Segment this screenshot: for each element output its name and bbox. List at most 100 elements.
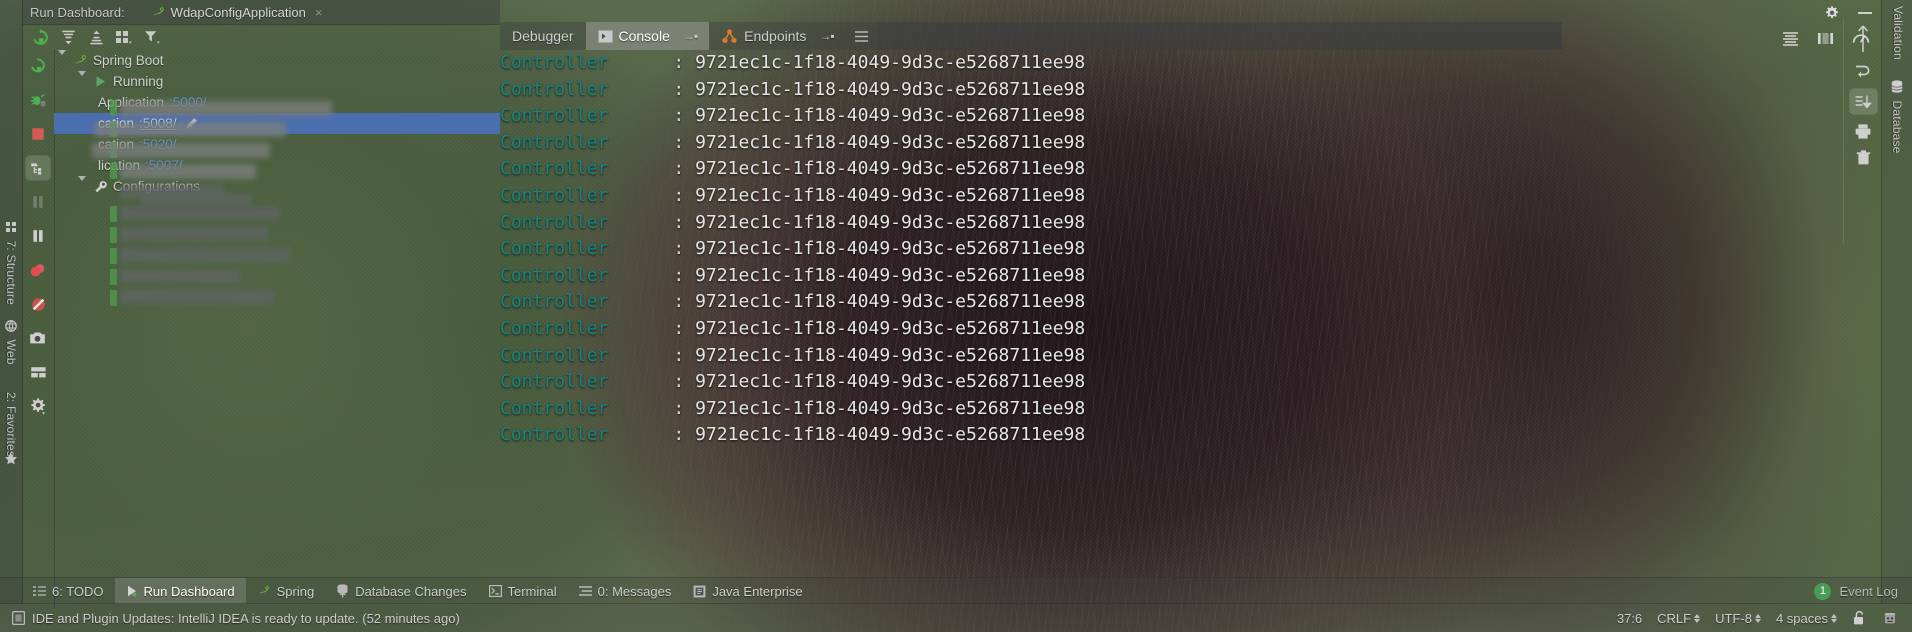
rollback-icon[interactable]	[1854, 63, 1872, 80]
caret-position[interactable]: 37:6	[1617, 611, 1642, 626]
print-icon[interactable]	[1854, 123, 1872, 140]
sidebar-item-web[interactable]: Web	[4, 320, 18, 365]
status-message-area[interactable]: IDE and Plugin Updates: IntelliJ IDEA is…	[0, 611, 460, 626]
soft-wrap-icon[interactable]	[1782, 31, 1799, 46]
collapse-all-icon[interactable]	[84, 26, 108, 48]
encoding-selector[interactable]: UTF-8	[1715, 611, 1761, 626]
log-line: Controller : 9721ec1c-1f18-4049-9d3c-e52…	[500, 210, 1912, 237]
unlock-icon[interactable]	[1852, 610, 1867, 626]
redacted-app-name	[120, 101, 332, 116]
run-dashboard-title-bar: Run Dashboard: WdapConfigApplication ×	[22, 0, 500, 25]
minimize-icon[interactable]	[1856, 5, 1874, 21]
pin-tab-icon[interactable]: →▪	[819, 29, 834, 43]
expand-all-icon[interactable]	[56, 26, 80, 48]
gauge-icon[interactable]	[1852, 30, 1870, 46]
bottom-tab-java-enterprise[interactable]: Java Enterprise	[682, 578, 813, 604]
sidebar-item-favorites[interactable]: 2: Favorites	[4, 392, 18, 457]
log-class: Controller	[500, 264, 609, 286]
bottom-tab-spring[interactable]: Spring	[246, 578, 326, 604]
log-space	[684, 238, 695, 259]
breakpoints-icon[interactable]	[26, 258, 50, 282]
print-preview-icon[interactable]	[1817, 31, 1834, 46]
delete-icon[interactable]	[1855, 149, 1872, 166]
log-space	[684, 105, 695, 126]
log-uuid: 9721ec1c-1f18-4049-9d3c-e5268711ee98	[695, 158, 1086, 180]
camera-icon[interactable]	[26, 326, 50, 350]
log-gap	[608, 424, 673, 445]
console-output[interactable]: Controller : 9721ec1c-1f18-4049-9d3c-e52…	[500, 50, 1912, 578]
log-separator: :	[673, 158, 685, 180]
log-line: Controller : 9721ec1c-1f18-4049-9d3c-e52…	[500, 369, 1912, 396]
status-bar-right: 37:6 CRLF UTF-8 4 spaces	[1617, 610, 1912, 626]
show-tree-icon[interactable]	[25, 155, 51, 181]
log-class: Controller	[500, 291, 609, 313]
tab-console[interactable]: Console →▪	[585, 22, 710, 50]
rerun-icon[interactable]	[26, 54, 50, 78]
sidebar-item-validation[interactable]: Validation	[1891, 6, 1905, 60]
log-line: Controller : 9721ec1c-1f18-4049-9d3c-e52…	[500, 343, 1912, 370]
sidebar-item-database[interactable]: Database	[1890, 80, 1904, 154]
sidebar-item-structure[interactable]: 7: Structure	[4, 222, 18, 305]
event-log-badge: 1	[1814, 582, 1832, 600]
chevron-updown-icon	[1754, 613, 1761, 623]
line-separator-selector[interactable]: CRLF	[1657, 611, 1701, 626]
hector-icon[interactable]	[1882, 610, 1898, 626]
chevron-down-icon[interactable]	[58, 50, 69, 70]
console-menu-icon[interactable]	[846, 22, 877, 50]
filter-icon[interactable]	[140, 26, 164, 48]
log-class: Controller	[500, 158, 609, 180]
log-separator: :	[673, 371, 685, 393]
log-space	[684, 398, 695, 419]
close-icon[interactable]: ×	[315, 5, 323, 20]
layout-icon[interactable]	[26, 360, 50, 384]
tab-debugger[interactable]: Debugger	[500, 22, 586, 50]
bottom-tab-label: Java Enterprise	[712, 583, 803, 599]
stop-icon[interactable]	[26, 122, 50, 146]
chevron-down-icon[interactable]	[78, 176, 89, 196]
bottom-tab-label: Terminal	[507, 583, 557, 599]
redacted-app-name	[120, 248, 290, 262]
log-class: Controller	[500, 397, 609, 419]
log-space	[684, 424, 695, 445]
tree-node-spring-boot[interactable]: Spring Boot	[54, 50, 500, 71]
bottom-tab-messages[interactable]: 0: Messages	[568, 578, 683, 604]
group-by-icon[interactable]	[112, 26, 136, 48]
commit-icon[interactable]	[1848, 88, 1878, 115]
log-gap	[608, 185, 673, 206]
bottom-tab-database-changes[interactable]: Database Changes	[325, 578, 477, 604]
pause-icon[interactable]	[26, 224, 50, 248]
log-space	[684, 158, 695, 179]
log-class: Controller	[500, 371, 609, 393]
tab-endpoints[interactable]: Endpoints →▪	[709, 22, 846, 50]
spring-icon	[257, 584, 271, 598]
chevron-down-icon[interactable]	[78, 71, 89, 91]
rerun-icon[interactable]	[28, 26, 52, 48]
mute-breakpoints-icon[interactable]	[26, 292, 50, 316]
log-lines-container: Controller : 9721ec1c-1f18-4049-9d3c-e52…	[500, 50, 1912, 449]
event-log-label[interactable]: Event Log	[1839, 584, 1898, 599]
log-uuid: 9721ec1c-1f18-4049-9d3c-e5268711ee98	[695, 371, 1086, 393]
notification-icon	[12, 611, 25, 625]
bottom-tab-todo[interactable]: 6: TODO	[22, 578, 115, 604]
settings-icon[interactable]	[26, 394, 50, 418]
bottom-tab-run-dashboard[interactable]: Run Dashboard	[114, 578, 246, 604]
tree-node-running[interactable]: Running	[54, 71, 500, 92]
status-bar-indicator	[110, 248, 117, 264]
debug-icon[interactable]	[26, 88, 50, 112]
log-class: Controller	[500, 52, 609, 73]
gear-icon[interactable]	[1824, 5, 1840, 21]
bottom-tab-terminal[interactable]: Terminal	[478, 578, 568, 604]
page-title: Run Dashboard:	[30, 4, 125, 20]
log-class: Controller	[500, 424, 609, 446]
tab-wdap-config-application[interactable]: WdapConfigApplication ×	[147, 0, 329, 24]
log-gap	[608, 212, 673, 233]
step-icon[interactable]	[26, 190, 50, 214]
indent-selector[interactable]: 4 spaces	[1776, 611, 1837, 626]
pin-tab-icon[interactable]: →▪	[683, 29, 698, 43]
java-enterprise-icon	[693, 585, 706, 598]
bottom-tool-window-bar: 6: TODO Run Dashboard Spring Database Ch…	[0, 577, 1912, 604]
log-separator: :	[673, 317, 685, 339]
right-tool-strip: Validation Database	[1881, 0, 1912, 604]
log-line: Controller : 9721ec1c-1f18-4049-9d3c-e52…	[500, 263, 1912, 290]
encoding-value: UTF-8	[1715, 610, 1752, 626]
